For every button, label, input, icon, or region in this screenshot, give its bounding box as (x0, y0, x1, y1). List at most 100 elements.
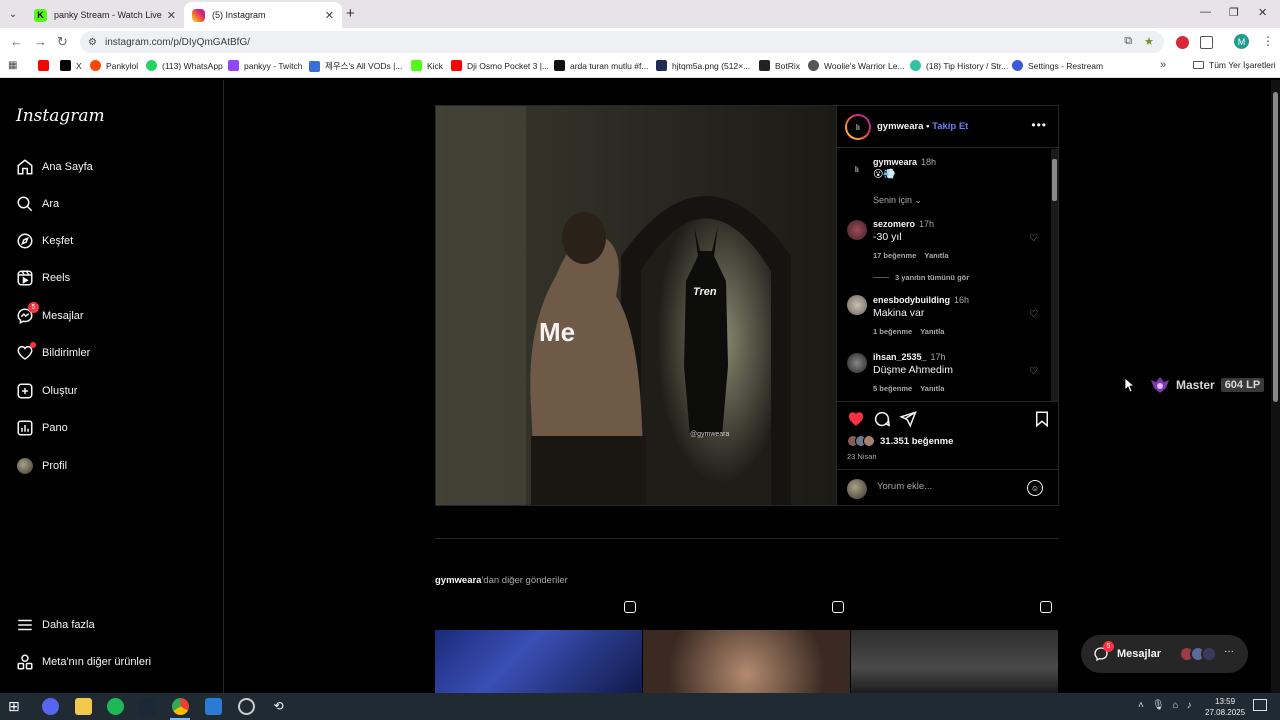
avatar[interactable] (847, 220, 867, 240)
bookmark-dji[interactable]: Dji Osmo Pocket 3 |... (451, 60, 549, 71)
post-image[interactable]: Me Tren @gymweara (436, 106, 836, 505)
likes-count[interactable]: 31.351 beğenme (880, 436, 953, 447)
back-button[interactable]: ← (10, 34, 23, 49)
sidebar-item-reels[interactable]: Reels (16, 268, 70, 288)
comment-username[interactable]: gymweara (873, 157, 917, 167)
sidebar-item-create[interactable]: Oluştur (16, 381, 77, 401)
avatar[interactable] (847, 353, 867, 373)
bookmark-youtube[interactable] (38, 60, 54, 71)
reply-button[interactable]: Yanıtla (924, 251, 948, 260)
network-icon[interactable]: ⌂ (1173, 700, 1179, 711)
chevron-up-icon[interactable]: ˄ (1138, 700, 1144, 711)
windows-start-icon[interactable]: ⊞ (8, 698, 25, 715)
more-options-icon[interactable]: ••• (1031, 118, 1047, 132)
restore-button[interactable]: ❐ (1229, 6, 1239, 19)
forward-button[interactable]: → (34, 34, 47, 49)
extension-icon[interactable] (1176, 36, 1189, 49)
close-icon[interactable]: ✕ (167, 9, 176, 22)
chevron-right-icon[interactable]: » (1160, 59, 1166, 71)
comment-username[interactable]: sezomero (873, 219, 915, 229)
bookmark-icon[interactable] (1033, 410, 1051, 428)
profile-avatar[interactable]: M (1234, 34, 1249, 49)
notification-center-icon[interactable] (1253, 699, 1267, 711)
bookmark-vods[interactable]: 제우스's All VODs |... (309, 60, 402, 72)
page-scrollbar[interactable] (1271, 80, 1280, 693)
view-replies-button[interactable]: 3 yanıtın tümünü gör (873, 273, 969, 282)
comment-likes[interactable]: 1 beğenme (873, 327, 912, 336)
tab-search-button[interactable]: ⌄ (4, 5, 22, 23)
mic-icon[interactable]: 🎙 (1152, 700, 1165, 711)
sidebar-item-dashboard[interactable]: Pano (16, 418, 68, 438)
steam-icon[interactable] (139, 698, 156, 715)
file-explorer-icon[interactable] (75, 698, 92, 715)
new-tab-button[interactable]: + (346, 5, 355, 22)
comments-scrollbar[interactable] (1051, 149, 1058, 401)
apps-grid-icon[interactable]: ▦ (8, 60, 17, 71)
comment-icon[interactable] (873, 410, 891, 428)
comment-input[interactable] (877, 481, 1017, 492)
post-thumbnail[interactable] (435, 630, 642, 693)
reply-button[interactable]: Yanıtla (920, 327, 944, 336)
liked-heart-icon[interactable] (847, 410, 865, 428)
bookmark-kick[interactable]: Kick (411, 60, 443, 71)
site-info-icon[interactable]: ⚙ (88, 37, 97, 48)
extensions-puzzle-icon[interactable] (1200, 36, 1213, 49)
bookmark-star-icon[interactable]: ★ (1144, 35, 1154, 48)
sidebar-item-home[interactable]: Ana Sayfa (16, 157, 93, 177)
bookmark-woolie[interactable]: Woolie's Warrior Le... (808, 60, 905, 71)
sidebar-item-notifications[interactable]: Bildirimler (16, 342, 90, 363)
scrollbar-thumb[interactable] (1273, 92, 1278, 402)
app-icon[interactable] (205, 698, 222, 715)
follow-button[interactable]: Takip Et (932, 121, 968, 132)
install-app-icon[interactable]: ⧉ (1124, 35, 1132, 48)
sidebar-item-messages[interactable]: 5 Mesajlar (16, 302, 84, 326)
author-username[interactable]: gymweara (877, 121, 923, 132)
discord-icon[interactable] (42, 698, 59, 715)
post-thumbnail[interactable] (643, 630, 850, 693)
bookmark-tiktok[interactable]: arda turan mutlu #f... (554, 60, 648, 71)
comment-likes[interactable]: 17 beğenme (873, 251, 916, 260)
bookmark-botrix[interactable]: BotRix (759, 60, 800, 71)
close-window-button[interactable]: ✕ (1258, 6, 1267, 19)
more-posts-user[interactable]: gymweara (435, 575, 481, 586)
omnibox[interactable]: ⚙ instagram.com/p/DIyQmGAtBfG/ ⧉ ★ (80, 31, 1164, 53)
post-date[interactable]: 23 Nisan (847, 452, 877, 461)
post-thumbnail[interactable] (851, 630, 1058, 693)
app-icon[interactable]: ⟲ (270, 698, 287, 715)
sidebar-item-search[interactable]: Ara (16, 194, 59, 214)
clock[interactable]: 13:59 27.08.2025 (1205, 696, 1245, 718)
likes-row[interactable]: 31.351 beğenme (847, 435, 953, 447)
bookmark-pankylol[interactable]: Pankylol (90, 60, 138, 71)
bookmark-twitch[interactable]: pankyy - Twitch (228, 60, 302, 71)
heart-icon[interactable]: ♡ (1029, 233, 1038, 244)
sidebar-item-more[interactable]: Daha fazla (16, 615, 95, 635)
comment-username[interactable]: ihsan_2535_ (873, 352, 927, 362)
tab-instagram[interactable]: (5) Instagram ✕ (184, 2, 342, 28)
reply-button[interactable]: Yanıtla (920, 384, 944, 393)
all-bookmarks[interactable]: Tüm Yer İşaretleri (1193, 60, 1276, 70)
bookmark-restream[interactable]: Settings - Restream (1012, 60, 1103, 71)
volume-icon[interactable]: ♪ (1187, 700, 1192, 711)
share-icon[interactable] (899, 410, 917, 428)
sidebar-item-explore[interactable]: Keşfet (16, 231, 73, 251)
bookmark-x[interactable]: X (60, 60, 82, 71)
close-icon[interactable]: ✕ (325, 9, 334, 22)
tab-kick[interactable]: K panky Stream - Watch Live on K ✕ (26, 2, 184, 28)
for-you-filter[interactable]: Senin için ⌄ (873, 195, 922, 206)
instagram-logo[interactable]: Instagram (16, 106, 105, 126)
bookmark-whatsapp[interactable]: (113) WhatsApp (146, 60, 223, 71)
spotify-icon[interactable] (107, 698, 124, 715)
scrollbar-thumb[interactable] (1052, 159, 1057, 201)
sidebar-item-profile[interactable]: Profil (16, 456, 67, 476)
messages-pill[interactable]: 5 Mesajlar ··· (1081, 635, 1248, 673)
heart-icon[interactable]: ♡ (1029, 366, 1038, 377)
avatar[interactable] (847, 295, 867, 315)
minimize-button[interactable]: — (1200, 6, 1211, 18)
bookmark-image[interactable]: hjtqm5a.png (512×... (656, 60, 750, 71)
avatar[interactable]: lı (847, 159, 867, 179)
comment-likes[interactable]: 5 beğenme (873, 384, 912, 393)
reload-button[interactable]: ↻ (57, 34, 68, 50)
author-avatar[interactable]: lı (845, 114, 871, 140)
heart-icon[interactable]: ♡ (1029, 309, 1038, 320)
chrome-icon[interactable] (172, 698, 189, 715)
